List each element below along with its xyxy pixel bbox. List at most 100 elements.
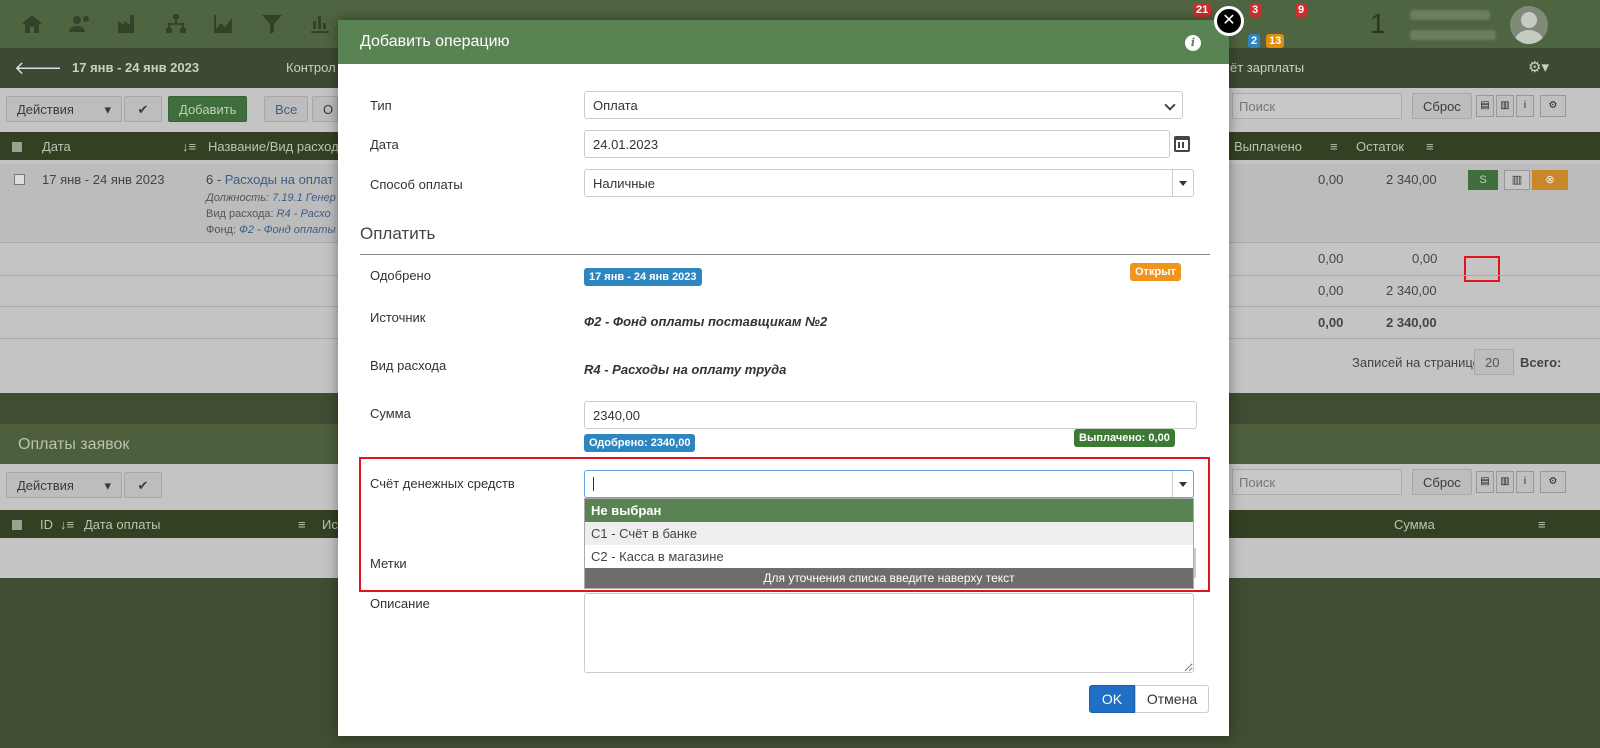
dropdown-option[interactable]: С1 - Счёт в банке: [585, 522, 1193, 545]
search-input[interactable]: Поиск: [1232, 93, 1402, 119]
sum-input[interactable]: 2340,00: [584, 401, 1197, 429]
calendar-icon[interactable]: [1174, 136, 1190, 152]
confirm-button[interactable]: ✔: [124, 96, 162, 122]
filter-other[interactable]: О: [312, 96, 338, 122]
paid-sum-badge: Выплачено: 0,00: [1074, 429, 1175, 447]
col-menu-icon[interactable]: ≡: [1330, 139, 1338, 154]
area-chart-icon[interactable]: [210, 10, 238, 38]
row-paid: 0,00: [1318, 172, 1344, 187]
row-title-link[interactable]: Расходы на оплат: [225, 172, 334, 187]
col-menu-icon[interactable]: ≡: [1426, 139, 1434, 154]
home-icon[interactable]: [18, 10, 46, 38]
expense-type-label: Вид расхода: [370, 358, 447, 373]
caret-down-icon: [1172, 471, 1193, 497]
users-icon[interactable]: [66, 10, 94, 38]
col-menu-icon[interactable]: ≡: [1538, 517, 1546, 532]
modal-title: Добавить операцию: [360, 33, 510, 50]
info-icon[interactable]: i: [1185, 35, 1201, 51]
org-structure-icon[interactable]: [162, 10, 190, 38]
per-page-select[interactable]: 20: [1474, 349, 1514, 375]
ok-button[interactable]: OK: [1089, 685, 1135, 713]
actions-dropdown[interactable]: Действия ▾: [6, 96, 122, 122]
cash-account-input[interactable]: [584, 470, 1194, 498]
notification-badge: 2: [1248, 34, 1261, 48]
filter-all[interactable]: Все: [264, 96, 309, 122]
col-menu-icon[interactable]: ≡: [298, 517, 306, 532]
row-checkbox[interactable]: [14, 174, 25, 185]
factory-icon[interactable]: [114, 10, 142, 38]
col-rest[interactable]: Остаток: [1356, 139, 1404, 154]
cancel-circle-icon[interactable]: ⊗: [1532, 170, 1568, 190]
text-cursor: [593, 477, 594, 491]
expense-type-value: R4 - Расходы на оплату труда: [584, 362, 787, 377]
payment-method-select[interactable]: Наличные: [584, 169, 1194, 197]
row-date: 17 янв - 24 янв 2023: [42, 172, 165, 187]
row-kind-link[interactable]: R4 - Расхо: [277, 208, 331, 220]
export-icon[interactable]: ▥: [1496, 95, 1514, 117]
type-value: Оплата: [593, 98, 638, 113]
col-sum[interactable]: Сумма: [1394, 517, 1435, 532]
payments-actions-dropdown[interactable]: Действия ▾: [6, 472, 122, 498]
row-pos-link[interactable]: 7.19.1 Генер: [272, 192, 336, 204]
chevron-down-icon: [1164, 99, 1176, 111]
export-icon[interactable]: ▥: [1496, 471, 1514, 493]
row-fund-link[interactable]: Ф2 - Фонд оплаты: [239, 224, 335, 236]
row-title-prefix: 6 -: [206, 172, 225, 187]
sort-icon[interactable]: ↓≡: [60, 517, 74, 532]
print-icon[interactable]: ▤: [1476, 95, 1494, 117]
row-pos-label: Должность:: [206, 192, 270, 204]
add-button[interactable]: Добавить: [168, 96, 248, 122]
col-name[interactable]: Название/Вид расхода: [208, 139, 346, 154]
pay-button[interactable]: S: [1468, 170, 1498, 190]
select-all-checkbox[interactable]: [12, 520, 22, 530]
payments-search-input[interactable]: Поиск: [1232, 469, 1402, 495]
select-all-checkbox[interactable]: [12, 142, 22, 152]
settings-icon[interactable]: ⚙: [1540, 471, 1566, 493]
dropdown-option[interactable]: Не выбран: [585, 499, 1193, 522]
info-icon[interactable]: i: [1516, 471, 1534, 493]
sum2-paid: 0,00: [1318, 283, 1344, 298]
tags-label: Метки: [370, 556, 407, 571]
col-source[interactable]: Ис: [322, 517, 338, 532]
sort-icon[interactable]: ↓≡: [182, 139, 196, 154]
gear-icon[interactable]: ⚙▾: [1528, 58, 1549, 76]
description-textarea[interactable]: [584, 593, 1194, 673]
avatar[interactable]: [1510, 6, 1548, 44]
source-value: Ф2 - Фонд оплаты поставщикам №2: [584, 314, 828, 329]
filter-icon[interactable]: [258, 10, 286, 38]
payments-confirm-button[interactable]: ✔: [124, 472, 162, 498]
period-label: 17 янв - 24 янв 2023: [72, 60, 200, 75]
col-date[interactable]: Дата: [42, 139, 71, 154]
close-modal-button[interactable]: ✕: [1214, 6, 1244, 36]
col-paid[interactable]: Выплачено: [1234, 139, 1302, 154]
payment-method-value: Наличные: [593, 176, 655, 191]
bar-chart-icon[interactable]: [306, 10, 334, 38]
notification-badge: 3: [1249, 3, 1262, 17]
sum3-paid: 0,00: [1318, 315, 1344, 330]
per-page-label: Записей на странице: [1352, 355, 1480, 370]
type-select[interactable]: Оплата: [584, 91, 1183, 119]
counter: 1: [1370, 8, 1386, 39]
col-payment-date[interactable]: Дата оплаты: [84, 517, 161, 532]
tab-control[interactable]: Контрол: [286, 60, 336, 75]
tab-salary-report[interactable]: ёт зарплаты: [1230, 60, 1304, 75]
source-label: Источник: [370, 310, 426, 325]
section-pay-title: Оплатить: [360, 224, 1210, 255]
info-icon[interactable]: i: [1516, 95, 1534, 117]
print-icon[interactable]: ▤: [1476, 471, 1494, 493]
settings-icon[interactable]: ⚙: [1540, 95, 1566, 117]
payments-reset-button[interactable]: Сброс: [1412, 469, 1472, 495]
date-value: 24.01.2023: [593, 137, 659, 152]
sum1-paid: 0,00: [1318, 251, 1344, 266]
back-arrow-icon[interactable]: 🡐: [14, 58, 62, 79]
dropdown-hint: Для уточнения списка введите наверху тек…: [585, 568, 1193, 588]
cancel-button[interactable]: Отмена: [1135, 685, 1209, 713]
dropdown-option[interactable]: С2 - Касса в магазине: [585, 545, 1193, 568]
approved-sum-badge: Одобрено: 2340,00: [584, 434, 696, 452]
date-input[interactable]: 24.01.2023: [584, 130, 1170, 158]
nav-icons: [8, 0, 344, 48]
copy-icon[interactable]: ▥: [1504, 170, 1530, 190]
payments-title: Оплаты заявок: [18, 436, 130, 453]
reset-button[interactable]: Сброс: [1412, 93, 1472, 119]
col-id[interactable]: ID: [40, 517, 53, 532]
